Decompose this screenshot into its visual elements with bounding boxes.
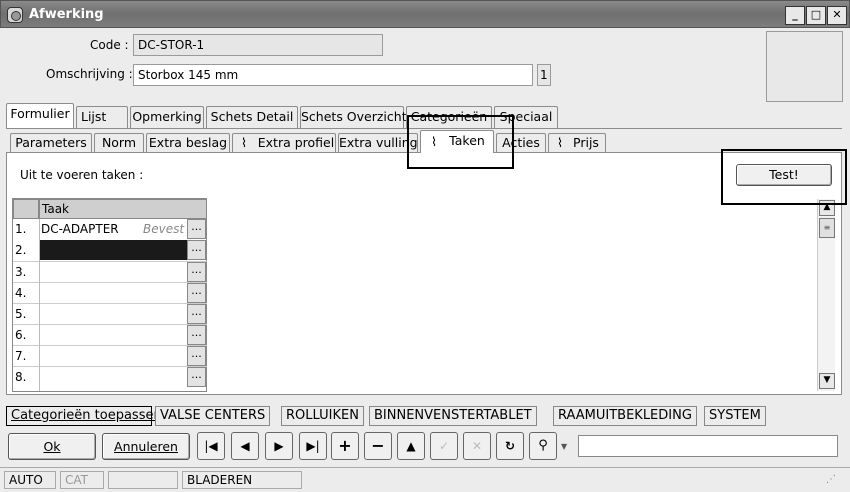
search-binoculars-icon[interactable]: ⚲ xyxy=(529,432,557,460)
cancel-edit-icon: ✕ xyxy=(463,432,491,460)
category-system[interactable]: SYSTEM xyxy=(704,406,766,426)
previous-record-icon[interactable]: ◀ xyxy=(231,432,259,460)
subtab-extra-profiel[interactable]: ⌇ Extra profiel xyxy=(232,133,336,153)
add-record-icon[interactable]: + xyxy=(331,432,359,460)
tab-formulier[interactable]: Formulier xyxy=(6,103,74,128)
apply-categories-button[interactable]: Categorieën toepassen xyxy=(6,406,162,426)
grid-header-taak: Taak xyxy=(39,199,207,219)
task-cell-selected[interactable] xyxy=(39,240,187,260)
tab-lijst[interactable]: Lijst xyxy=(76,106,128,128)
description-field[interactable]: Storbox 145 mm xyxy=(133,64,533,86)
subtab-extra-beslag[interactable]: Extra beslag xyxy=(146,133,230,153)
category-raamuitbekleding[interactable]: RAAMUITBEKLEDING xyxy=(553,406,697,426)
subtab-extra-vulling[interactable]: Extra vulling xyxy=(338,133,418,153)
status-empty xyxy=(108,471,178,489)
code-label: Code : xyxy=(90,38,129,52)
tab-schets-overzicht[interactable]: Schets Overzicht xyxy=(300,106,407,128)
row-number: 1. xyxy=(15,222,27,236)
task-cell[interactable]: DC-ADAPTER xyxy=(41,222,119,236)
first-record-icon[interactable]: |◀ xyxy=(197,432,225,460)
table-row[interactable]: 6. ... xyxy=(13,324,207,345)
status-state: BLADEREN xyxy=(182,471,302,489)
table-row[interactable]: 8. ... xyxy=(13,366,207,387)
table-row[interactable]: 5. ... xyxy=(13,303,207,324)
resize-grip-icon[interactable]: ⋰ xyxy=(826,474,836,485)
refresh-icon[interactable]: ↻ xyxy=(496,432,524,460)
subtab-prijs[interactable]: ⌇ Prijs xyxy=(548,133,606,153)
row-number: 6. xyxy=(15,328,27,342)
minimize-button[interactable]: _ xyxy=(785,6,805,25)
sub-tabbar: Parameters Norm Extra beslag ⌇ Extra pro… xyxy=(6,130,842,153)
task-extra-cell: Bevest xyxy=(143,222,185,236)
next-record-icon[interactable]: ▶ xyxy=(265,432,293,460)
tab-opmerking[interactable]: Opmerking xyxy=(130,106,204,128)
paperclip-icon: ⌇ xyxy=(241,135,248,150)
last-record-icon[interactable]: ▶| xyxy=(299,432,327,460)
row-number: 3. xyxy=(15,265,27,279)
table-row[interactable]: 7. ... xyxy=(13,345,207,366)
row-browse-button[interactable]: ... xyxy=(187,304,206,324)
language-badge[interactable]: 1 xyxy=(537,64,551,86)
subtab-taken-label: Taken xyxy=(449,133,485,148)
preview-image xyxy=(766,31,843,102)
subtab-norm[interactable]: Norm xyxy=(94,133,144,153)
maximize-button[interactable]: □ xyxy=(806,6,826,25)
row-browse-button[interactable]: ... xyxy=(187,346,206,366)
tab-schets-detail[interactable]: Schets Detail xyxy=(206,106,298,128)
row-number: 8. xyxy=(15,370,27,384)
subtab-prijs-label: Prijs xyxy=(573,135,599,150)
window-title: Afwerking xyxy=(29,7,104,22)
tasks-grid: Taak 1. DC-ADAPTER Bevest ... 2. ... 3. … xyxy=(12,198,207,392)
category-binnenvenstertablet[interactable]: BINNENVENSTERTABLET xyxy=(369,406,537,426)
row-number: 4. xyxy=(15,286,27,300)
row-number: 7. xyxy=(15,349,27,363)
subtab-parameters[interactable]: Parameters xyxy=(10,133,92,153)
grid-column-divider xyxy=(39,219,40,391)
post-record-icon: ✓ xyxy=(430,432,458,460)
row-browse-button[interactable]: ... xyxy=(187,325,206,345)
row-browse-button[interactable]: ... xyxy=(187,283,206,303)
status-bar: AUTO CAT BLADEREN ⋰ xyxy=(0,467,850,492)
close-button[interactable]: ✕ xyxy=(827,6,847,25)
status-mode: AUTO xyxy=(4,471,56,489)
grid-corner xyxy=(13,199,39,219)
row-browse-button[interactable]: ... xyxy=(187,219,206,239)
edit-record-icon[interactable]: ▲ xyxy=(397,432,425,460)
highlight-test-button xyxy=(721,149,847,205)
row-browse-button[interactable]: ... xyxy=(187,367,206,387)
app-icon xyxy=(7,7,23,23)
tasks-caption: Uit te voeren taken : xyxy=(20,168,144,182)
row-number: 2. xyxy=(15,243,27,257)
table-row[interactable]: 4. ... xyxy=(13,282,207,303)
subtab-taken[interactable]: ⌇ Taken xyxy=(420,130,494,153)
search-input[interactable] xyxy=(578,435,838,457)
delete-record-icon[interactable]: − xyxy=(364,432,392,460)
table-row[interactable]: 1. DC-ADAPTER Bevest ... xyxy=(13,219,207,240)
status-cat: CAT xyxy=(60,471,104,489)
title-bar: Afwerking _ □ ✕ xyxy=(0,0,850,28)
cancel-button[interactable]: Annuleren xyxy=(102,433,190,460)
paperclip-icon: ⌇ xyxy=(557,135,564,150)
subtab-extra-profiel-label: Extra profiel xyxy=(257,135,335,150)
table-row[interactable]: 3. ... xyxy=(13,261,207,282)
category-rolluiken[interactable]: ROLLUIKEN xyxy=(281,406,364,426)
row-browse-button[interactable]: ... xyxy=(187,262,206,282)
ok-button[interactable]: Ok xyxy=(8,433,96,460)
table-row[interactable]: 2. ... xyxy=(13,240,207,261)
code-field[interactable]: DC-STOR-1 xyxy=(133,34,383,56)
row-number: 5. xyxy=(15,307,27,321)
scroll-down-icon[interactable]: ▼ xyxy=(819,373,835,389)
description-label: Omschrijving : xyxy=(46,67,133,81)
paperclip-icon: ⌇ xyxy=(431,134,438,149)
category-valse-centers[interactable]: VALSE CENTERS xyxy=(155,406,271,426)
scroll-thumb[interactable]: ≡ xyxy=(819,218,835,238)
vertical-scrollbar[interactable]: ▲ ≡ ▼ xyxy=(817,199,835,391)
row-browse-button[interactable]: ... xyxy=(187,240,206,260)
chevron-down-icon[interactable]: ▼ xyxy=(561,442,567,451)
